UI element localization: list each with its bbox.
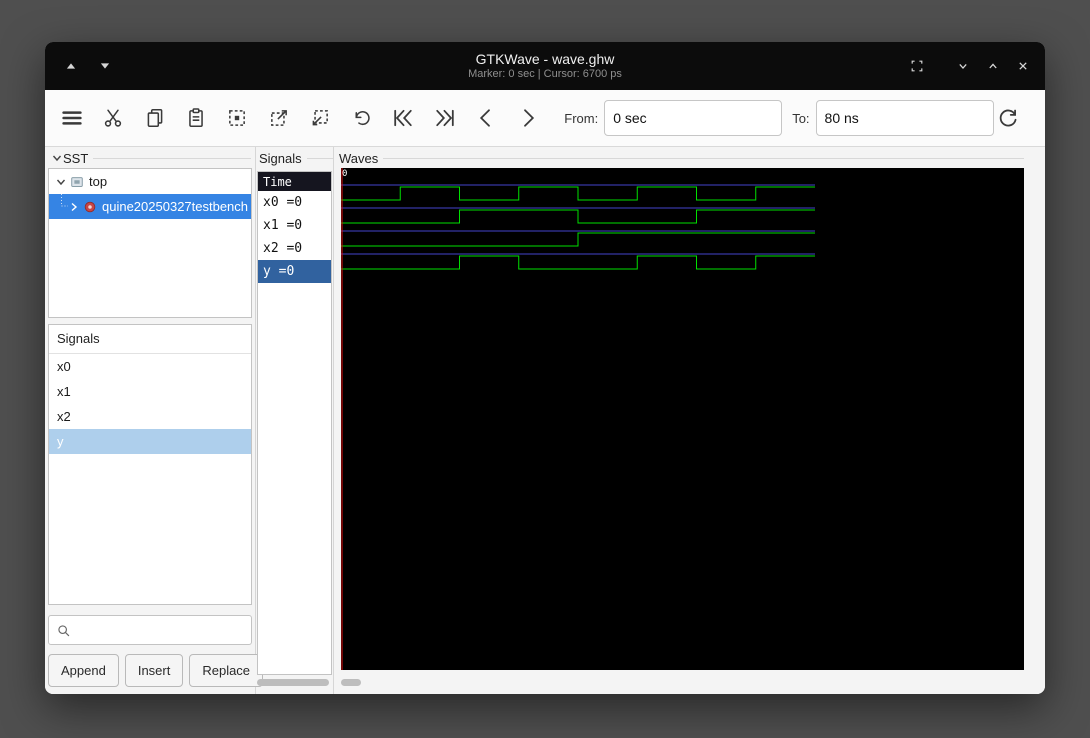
chevron-up-button[interactable] <box>979 52 1007 80</box>
sst-header: SST <box>51 149 251 167</box>
signals-panel: Signals Time x0 =0 x1 =0 x2 =0 y =0 <box>257 147 333 694</box>
waveform-drawing <box>341 168 815 670</box>
signals-horizontal-scrollbar[interactable] <box>257 678 332 688</box>
prev-edge-button[interactable] <box>471 102 500 134</box>
waves-panel: Waves 0 <box>335 147 1035 694</box>
sst-buttons: Append Insert Replace <box>48 654 264 687</box>
chevron-down-icon <box>955 58 971 74</box>
titlebar-right-controls <box>903 42 1037 90</box>
component-icon <box>83 200 97 214</box>
to-label: To: <box>792 110 810 126</box>
search-icon <box>56 623 71 638</box>
zoom-to-start-icon <box>391 106 415 130</box>
triangle-up-icon <box>65 60 77 72</box>
titlebar-down-button[interactable] <box>91 52 119 80</box>
signal-row-x0[interactable]: x0 =0 <box>258 191 331 214</box>
scrollbar-thumb[interactable] <box>341 679 361 686</box>
zoom-undo-button[interactable] <box>347 102 376 134</box>
signal-row-x1[interactable]: x1 =0 <box>258 214 331 237</box>
tree-guide-line <box>55 194 68 219</box>
zoom-in-icon <box>268 107 290 129</box>
search-input[interactable] <box>71 615 251 645</box>
tree-item-label: quine20250327testbench <box>102 199 249 214</box>
paste-icon <box>185 107 207 129</box>
wave-canvas[interactable]: 0 <box>341 168 1024 670</box>
tree-item-top[interactable]: top <box>49 169 251 194</box>
zoom-start-button[interactable] <box>389 102 418 134</box>
signal-names-box: Time x0 =0 x1 =0 x2 =0 y =0 <box>257 171 332 675</box>
signal-item-y[interactable]: y <box>49 429 251 454</box>
timescale-zero-label: 0 <box>342 169 348 179</box>
menu-button[interactable] <box>57 102 86 134</box>
signal-row-x2[interactable]: x2 =0 <box>258 237 331 260</box>
titlebar-up-button[interactable] <box>57 52 85 80</box>
zoom-in-button[interactable] <box>264 102 293 134</box>
titlebar-titles: GTKWave - wave.ghw Marker: 0 sec | Curso… <box>45 42 1045 90</box>
marker-cursor-status: Marker: 0 sec | Cursor: 6700 ps <box>468 68 622 80</box>
gtkwave-window: GTKWave - wave.ghw Marker: 0 sec | Curso… <box>45 42 1045 694</box>
append-button[interactable]: Append <box>48 654 119 687</box>
expander-right-icon[interactable] <box>68 201 80 213</box>
cut-button[interactable] <box>98 102 127 134</box>
tree-item-testbench[interactable]: quine20250327testbench <box>49 194 251 219</box>
tree-item-label: top <box>89 174 108 189</box>
titlebar-left-controls <box>45 52 119 80</box>
reload-button[interactable] <box>994 102 1023 134</box>
titlebar[interactable]: GTKWave - wave.ghw Marker: 0 sec | Curso… <box>45 42 1045 90</box>
replace-button[interactable]: Replace <box>189 654 264 687</box>
fit-window-button[interactable] <box>903 52 931 80</box>
waves-panel-label: Waves <box>339 149 1024 167</box>
waves-horizontal-scrollbar[interactable] <box>341 678 1024 688</box>
module-icon <box>70 175 84 189</box>
paste-button[interactable] <box>181 102 210 134</box>
close-button[interactable] <box>1009 52 1037 80</box>
menu-icon <box>60 106 84 130</box>
toolbar: From: To: <box>45 90 1045 147</box>
signal-search-box <box>48 615 252 645</box>
next-edge-button[interactable] <box>513 102 542 134</box>
chevron-right-icon <box>516 106 540 130</box>
signal-item-x0[interactable]: x0 <box>49 354 251 379</box>
from-input[interactable] <box>604 100 783 136</box>
zoom-undo-icon <box>351 107 373 129</box>
from-label: From: <box>564 110 599 126</box>
to-input[interactable] <box>815 100 994 136</box>
expander-down-icon[interactable] <box>55 176 67 188</box>
sst-signals-list: Signals x0 x1 x2 y <box>48 324 252 605</box>
chevron-left-icon <box>474 106 498 130</box>
signal-row-y[interactable]: y =0 <box>258 260 331 283</box>
sst-expander-icon[interactable] <box>51 152 63 164</box>
time-header: Time <box>258 172 331 191</box>
signals-list-header: Signals <box>49 325 251 354</box>
window-title: GTKWave - wave.ghw <box>475 51 615 67</box>
zoom-out-icon <box>309 107 331 129</box>
signal-item-x2[interactable]: x2 <box>49 404 251 429</box>
zoom-fit-icon <box>226 107 248 129</box>
scissors-icon <box>102 107 124 129</box>
chevron-down-button[interactable] <box>949 52 977 80</box>
fit-window-icon <box>909 58 925 74</box>
scrollbar-thumb[interactable] <box>257 679 329 686</box>
zoom-to-end-icon <box>433 106 457 130</box>
copy-icon <box>144 107 166 129</box>
triangle-down-icon <box>99 60 111 72</box>
copy-button[interactable] <box>140 102 169 134</box>
zoom-fit-button[interactable] <box>223 102 252 134</box>
zoom-out-button[interactable] <box>306 102 335 134</box>
main-content: SST top quine20250327testbench Signals x… <box>45 147 1045 694</box>
reload-icon <box>996 106 1020 130</box>
insert-button[interactable]: Insert <box>124 654 184 687</box>
signals-panel-label: Signals <box>259 149 333 167</box>
zoom-end-button[interactable] <box>430 102 459 134</box>
sst-panel: SST top quine20250327testbench Signals x… <box>45 147 264 694</box>
signal-item-x1[interactable]: x1 <box>49 379 251 404</box>
sst-tree: top quine20250327testbench <box>48 168 252 318</box>
sst-label: SST <box>63 150 89 166</box>
close-icon <box>1015 58 1031 74</box>
chevron-up-icon <box>985 58 1001 74</box>
